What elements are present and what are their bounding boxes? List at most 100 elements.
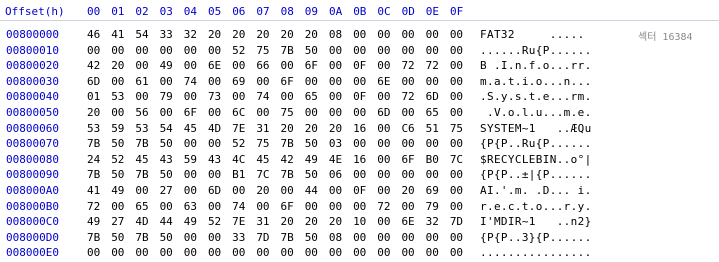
hex-byte[interactable]: 50 — [111, 168, 135, 181]
hex-byte[interactable]: 00 — [426, 168, 450, 181]
hex-byte[interactable]: 33 — [232, 231, 256, 244]
hex-row[interactable]: 008000A0 41 49 00 27 00 6D 00 20 00 44 00 0F 00 20 69 00… — [0, 184, 719, 200]
hex-byte[interactable]: 20 — [305, 215, 329, 228]
hex-row[interactable]: 008000B0 72 00 65 00 63 00 74 00 6F 00 00 00 72 00 79 00… — [0, 200, 719, 216]
hex-byte[interactable]: 00 — [450, 44, 474, 57]
hex-byte[interactable]: 59 — [111, 122, 135, 135]
hex-byte[interactable]: 00 — [256, 246, 280, 259]
hex-byte[interactable]: 00 — [426, 44, 450, 57]
hex-byte[interactable]: 00 — [450, 75, 474, 88]
hex-byte[interactable]: 6D — [426, 90, 450, 103]
hex-byte[interactable]: 00 — [353, 246, 377, 259]
hex-byte[interactable]: 00 — [329, 200, 353, 213]
row-ascii-text[interactable]: $RECYCLEBIN..o°| — [480, 153, 592, 166]
hex-row[interactable]: 00800030 6D 00 61 00 74 00 69 00 6F 00 00 00 6E 00 00 00… — [0, 75, 719, 91]
hex-byte[interactable]: 00 — [401, 231, 425, 244]
hex-byte[interactable]: 00 — [377, 44, 401, 57]
hex-byte[interactable]: 20 — [87, 106, 111, 119]
hex-byte[interactable]: 49 — [184, 215, 208, 228]
hex-byte[interactable]: 32 — [426, 215, 450, 228]
hex-byte[interactable]: 00 — [184, 137, 208, 150]
hex-byte[interactable]: 00 — [256, 106, 280, 119]
hex-byte[interactable]: 00 — [281, 90, 305, 103]
hex-byte[interactable]: 00 — [184, 246, 208, 259]
hex-byte[interactable]: 7B — [87, 137, 111, 150]
hex-byte[interactable]: 00 — [184, 59, 208, 72]
hex-byte[interactable]: 6D — [377, 106, 401, 119]
row-ascii-text[interactable]: AI.'.m. .D... i. — [480, 184, 592, 197]
hex-row[interactable]: 00800080 24 52 45 43 59 43 4C 45 42 49 4E 16 00 6F B0 7C… — [0, 153, 719, 169]
hex-byte[interactable]: 00 — [329, 184, 353, 197]
hex-byte[interactable]: 00 — [135, 44, 159, 57]
hex-byte[interactable]: 63 — [184, 200, 208, 213]
hex-byte[interactable]: 43 — [208, 153, 232, 166]
hex-byte[interactable]: 7E — [232, 215, 256, 228]
hex-byte[interactable]: 00 — [353, 44, 377, 57]
hex-byte[interactable]: 7B — [281, 168, 305, 181]
hex-byte[interactable]: 00 — [401, 246, 425, 259]
hex-byte[interactable]: 50 — [160, 137, 184, 150]
hex-byte[interactable]: 51 — [426, 122, 450, 135]
row-ascii-text[interactable]: r.e.c.t.o...r.y. — [480, 200, 592, 213]
row-ascii-text[interactable]: {P{P..Ru{P...... — [480, 137, 592, 150]
hex-byte[interactable]: 00 — [281, 246, 305, 259]
hex-byte[interactable]: 74 — [256, 90, 280, 103]
hex-byte[interactable]: 00 — [111, 75, 135, 88]
hex-byte[interactable]: 27 — [111, 215, 135, 228]
hex-byte[interactable]: 00 — [232, 184, 256, 197]
hex-byte[interactable]: 00 — [305, 246, 329, 259]
hex-byte[interactable]: 52 — [232, 44, 256, 57]
hex-byte[interactable]: 4D — [208, 122, 232, 135]
hex-byte[interactable]: 00 — [208, 200, 232, 213]
hex-byte[interactable]: 00 — [377, 184, 401, 197]
hex-byte[interactable]: 00 — [208, 106, 232, 119]
hex-byte[interactable]: 7B — [87, 168, 111, 181]
hex-byte[interactable]: C6 — [401, 122, 425, 135]
hex-byte[interactable]: 00 — [160, 200, 184, 213]
hex-byte[interactable]: 45 — [184, 122, 208, 135]
hex-byte[interactable]: 00 — [184, 44, 208, 57]
hex-byte[interactable]: 00 — [184, 90, 208, 103]
hex-byte[interactable]: 53 — [87, 122, 111, 135]
hex-byte[interactable]: 00 — [208, 168, 232, 181]
hex-byte[interactable]: 00 — [353, 137, 377, 150]
hex-byte[interactable]: 00 — [450, 200, 474, 213]
hex-byte[interactable]: 00 — [160, 246, 184, 259]
hex-byte[interactable]: 54 — [160, 122, 184, 135]
hex-byte[interactable]: 52 — [232, 137, 256, 150]
hex-byte[interactable]: 20 — [281, 215, 305, 228]
hex-byte[interactable]: 00 — [450, 246, 474, 259]
hex-byte[interactable]: B1 — [232, 168, 256, 181]
hex-byte[interactable]: 43 — [160, 153, 184, 166]
hex-byte[interactable]: 00 — [329, 75, 353, 88]
hex-byte[interactable]: 00 — [426, 28, 450, 41]
hex-byte[interactable]: 00 — [135, 90, 159, 103]
hex-byte[interactable]: 53 — [111, 90, 135, 103]
hex-byte[interactable]: 00 — [329, 90, 353, 103]
hex-byte[interactable]: 7B — [135, 137, 159, 150]
hex-byte[interactable]: 08 — [329, 28, 353, 41]
hex-byte[interactable]: 00 — [401, 28, 425, 41]
hex-byte[interactable]: 00 — [377, 153, 401, 166]
hex-byte[interactable]: 69 — [426, 184, 450, 197]
hex-byte[interactable]: 10 — [353, 215, 377, 228]
hex-byte[interactable]: 00 — [353, 75, 377, 88]
hex-byte[interactable]: 20 — [329, 215, 353, 228]
row-ascii-text[interactable]: B .I.n.f.o...rr. — [480, 59, 592, 72]
row-ascii-text[interactable]: {P{P..3}{P...... — [480, 231, 592, 244]
hex-byte[interactable]: 41 — [111, 28, 135, 41]
hex-row[interactable]: 00800050 20 00 56 00 6F 00 6C 00 75 00 00 00 6D 00 65 00… — [0, 106, 719, 122]
hex-byte[interactable]: 74 — [184, 75, 208, 88]
hex-byte[interactable]: 6C — [232, 106, 256, 119]
hex-byte[interactable]: 46 — [87, 28, 111, 41]
hex-byte[interactable]: 50 — [305, 231, 329, 244]
hex-byte[interactable]: 00 — [377, 59, 401, 72]
hex-byte[interactable]: 00 — [377, 28, 401, 41]
hex-byte[interactable]: 7B — [281, 44, 305, 57]
hex-byte[interactable]: 72 — [401, 59, 425, 72]
hex-byte[interactable]: 79 — [426, 200, 450, 213]
hex-byte[interactable]: 00 — [353, 106, 377, 119]
hex-byte[interactable]: 00 — [135, 184, 159, 197]
hex-byte[interactable]: 00 — [208, 137, 232, 150]
hex-byte[interactable]: 6E — [208, 59, 232, 72]
